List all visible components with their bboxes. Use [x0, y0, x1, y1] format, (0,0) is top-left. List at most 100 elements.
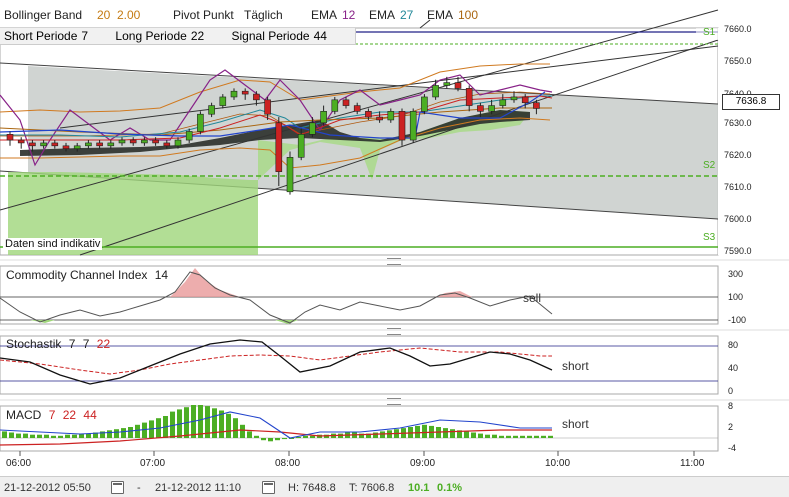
cci-title[interactable]: Commodity Channel Index 14: [6, 268, 168, 282]
signal-periode: Signal Periode 44: [231, 29, 327, 43]
candle-body[interactable]: [432, 85, 439, 98]
chart-window: Bollinger Band 20 2.00 Pivot Punkt Tägli…: [0, 0, 789, 497]
candle-body[interactable]: [40, 142, 47, 147]
candle-body[interactable]: [51, 142, 59, 147]
candle-body[interactable]: [342, 99, 350, 106]
time-tick: 07:00: [140, 458, 166, 469]
candle-body[interactable]: [208, 105, 215, 115]
macd-histogram-bar: [142, 422, 147, 438]
candle-body[interactable]: [286, 157, 294, 193]
macd-title[interactable]: MACD 7 22 44: [6, 408, 97, 422]
candle-body[interactable]: [241, 90, 249, 95]
macd-histogram-bar: [121, 428, 126, 438]
macd-histogram-bar: [443, 428, 448, 438]
candle-body[interactable]: [454, 82, 462, 89]
macd-histogram-bar: [499, 435, 504, 438]
ema-label-1[interactable]: EMA: [311, 8, 337, 22]
macd-tick: -4: [728, 443, 737, 453]
candle-body[interactable]: [353, 105, 361, 112]
stoch-title[interactable]: Stochastik 7 7 22: [6, 337, 110, 351]
candle-body[interactable]: [477, 105, 484, 112]
candle-body[interactable]: [533, 102, 540, 109]
candle-body[interactable]: [521, 96, 529, 104]
candle-body[interactable]: [197, 113, 204, 132]
macd-settings-legend[interactable]: Short Periode 7 Long Periode 22 Signal Per…: [0, 28, 356, 45]
price-tick: 7620.0: [724, 150, 752, 160]
candle-body[interactable]: [73, 145, 81, 149]
candle-body[interactable]: [163, 142, 171, 147]
candle-body[interactable]: [152, 139, 159, 144]
stoch-tick: 40: [728, 363, 739, 373]
candle-body[interactable]: [297, 134, 305, 158]
macd-histogram-bar: [107, 430, 112, 438]
range-from[interactable]: 21-12-2012 05:50: [4, 482, 91, 494]
candle-body[interactable]: [230, 90, 238, 98]
low-value: T: 7606.8: [349, 482, 395, 494]
cci-tick: 100: [728, 292, 744, 302]
candle-body[interactable]: [421, 96, 428, 112]
ema-label-2[interactable]: EMA: [369, 8, 395, 22]
calendar-icon[interactable]: [111, 481, 124, 494]
candle-body[interactable]: [275, 122, 283, 172]
candle-body[interactable]: [185, 131, 193, 141]
candle-body[interactable]: [309, 122, 316, 135]
candle-body[interactable]: [85, 142, 92, 147]
macd-histogram-bar: [541, 435, 546, 438]
macd-signal: short: [562, 417, 589, 431]
candle-body[interactable]: [29, 142, 36, 147]
candle-body[interactable]: [107, 142, 115, 147]
candle-body[interactable]: [320, 111, 327, 124]
candle-body[interactable]: [376, 116, 383, 121]
macd-histogram-bar: [275, 438, 280, 441]
candle-body[interactable]: [398, 111, 406, 141]
cci-signal: sell: [523, 291, 542, 305]
price-tick: 7650.0: [724, 56, 752, 66]
candle-body[interactable]: [118, 139, 126, 144]
panel-resize-grip[interactable]: [387, 258, 401, 265]
bb-label[interactable]: Bollinger Band: [4, 8, 82, 22]
macd-histogram-bar: [282, 438, 287, 440]
macd-histogram-bar: [65, 434, 70, 438]
candle-body[interactable]: [264, 99, 271, 115]
macd-histogram-bar: [261, 438, 266, 441]
long-periode: Long Periode 22: [115, 29, 205, 43]
candle-body[interactable]: [129, 139, 137, 144]
cci-tick: -100: [728, 315, 747, 325]
calendar-icon[interactable]: [262, 481, 275, 494]
ema-val-2: 27: [400, 8, 414, 22]
stoch-signal: short: [562, 359, 589, 373]
candle-body[interactable]: [510, 96, 518, 101]
candle-body[interactable]: [488, 105, 495, 112]
macd-histogram-bar: [44, 434, 49, 438]
candle-body[interactable]: [331, 99, 339, 112]
pivot-label[interactable]: Pivot Punkt: [173, 8, 234, 22]
range-to[interactable]: 21-12-2012 11:10: [155, 482, 241, 494]
candle-body[interactable]: [409, 111, 417, 141]
candle-body[interactable]: [6, 134, 14, 141]
candle-body[interactable]: [141, 139, 148, 144]
chart-canvas[interactable]: [0, 0, 789, 496]
macd-tick: 2: [728, 422, 734, 432]
ema-label-3[interactable]: EMA: [427, 8, 453, 22]
candle-body[interactable]: [96, 142, 103, 147]
candle-body[interactable]: [62, 145, 70, 149]
candle-body[interactable]: [174, 139, 182, 147]
ema-val-1: 12: [342, 8, 356, 22]
price-tick: 7660.0: [724, 24, 752, 34]
ema-val-3: 100: [458, 8, 479, 22]
candle-body[interactable]: [219, 96, 227, 106]
candle-body[interactable]: [387, 111, 395, 121]
candle-body[interactable]: [17, 139, 25, 144]
macd-histogram-bar: [520, 435, 525, 438]
macd-tick: 8: [728, 401, 734, 411]
candle-body[interactable]: [253, 93, 260, 101]
candle-body[interactable]: [365, 111, 372, 118]
panel-resize-grip[interactable]: [387, 398, 401, 405]
time-tick: 10:00: [545, 458, 571, 469]
macd-histogram-bar: [506, 435, 511, 438]
candle-body[interactable]: [499, 99, 507, 106]
candle-body[interactable]: [443, 82, 451, 86]
pivot-s1-label: S1: [703, 27, 716, 38]
panel-resize-grip[interactable]: [387, 328, 401, 335]
candle-body[interactable]: [465, 88, 473, 106]
